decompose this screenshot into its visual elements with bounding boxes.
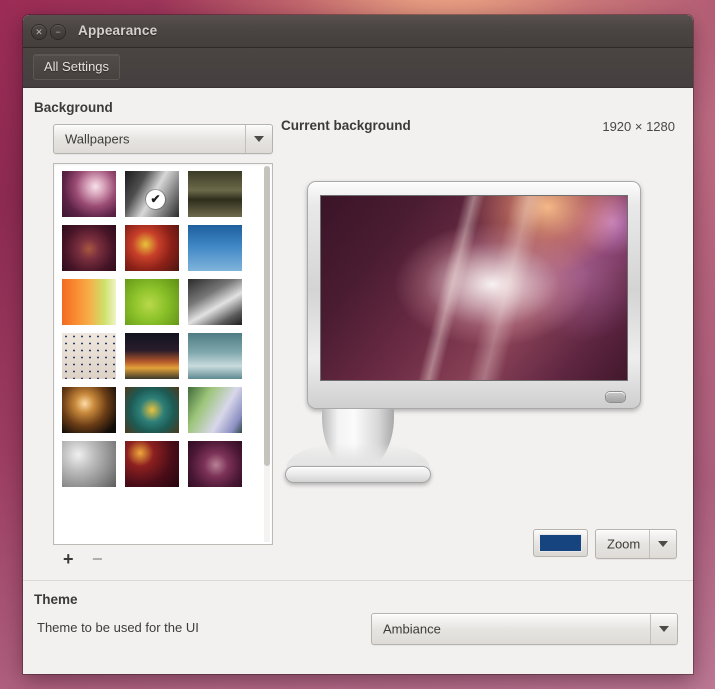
resolution-text: 1920 × 1280	[602, 119, 675, 134]
wallpaper-thumbnail-image	[188, 171, 242, 217]
wallpaper-scaling-value: Zoom	[607, 536, 641, 552]
section-divider	[23, 580, 693, 581]
wallpaper-thumbnail[interactable]	[188, 333, 242, 379]
monitor-stand-base	[285, 466, 431, 483]
remove-wallpaper-button: −	[92, 549, 103, 569]
wallpaper-thumbnail[interactable]	[62, 387, 116, 433]
chevron-down-icon	[245, 125, 272, 153]
monitor-preview	[307, 181, 641, 409]
wallpaper-thumbnail-image	[62, 279, 116, 325]
wallpaper-thumbnail-image	[125, 387, 179, 433]
theme-dropdown[interactable]: Ambiance	[371, 613, 678, 645]
wallpaper-thumbnail[interactable]	[62, 333, 116, 379]
chevron-down-icon	[649, 530, 676, 558]
close-icon[interactable]: ✕	[32, 25, 46, 39]
background-section-title: Background	[34, 100, 113, 115]
minimize-icon[interactable]: −	[51, 25, 65, 39]
wallpaper-list[interactable]: ✔	[53, 163, 273, 545]
wallpaper-thumbnail-image	[62, 333, 116, 379]
background-color-swatch-button[interactable]	[533, 529, 588, 557]
wallpaper-thumbnail-image	[125, 441, 179, 487]
appearance-window: ✕ − Appearance All Settings Background W…	[23, 15, 693, 674]
current-background-label: Current background	[281, 118, 411, 133]
wallpaper-thumbnail-image	[125, 279, 179, 325]
appearance-content: Background Wallpapers ✔ + − Current back…	[23, 88, 693, 674]
theme-value: Ambiance	[383, 621, 441, 637]
wallpaper-thumbnail-image	[188, 225, 242, 271]
window-titlebar: ✕ − Appearance	[23, 15, 693, 48]
wallpaper-thumbnail[interactable]	[62, 171, 116, 217]
wallpaper-thumbnail-image	[62, 225, 116, 271]
light-ray-icon	[458, 196, 554, 380]
wallpaper-grid: ✔	[62, 171, 258, 487]
wallpaper-thumbnail[interactable]	[188, 225, 242, 271]
wallpaper-thumbnail-image	[125, 333, 179, 379]
wallpaper-thumbnail[interactable]	[125, 441, 179, 487]
wallpaper-preview-screen	[320, 195, 628, 381]
wallpaper-thumbnail-image	[188, 333, 242, 379]
wallpaper-thumbnail-image	[188, 387, 242, 433]
wallpaper-thumbnail-image	[62, 441, 116, 487]
wallpaper-thumbnail[interactable]	[62, 225, 116, 271]
color-swatch-fill	[539, 534, 582, 552]
add-wallpaper-button[interactable]: +	[63, 550, 74, 568]
wallpaper-thumbnail[interactable]	[125, 333, 179, 379]
window-bottom-edge	[23, 662, 693, 674]
wallpaper-thumbnail[interactable]	[125, 279, 179, 325]
window-toolbar: All Settings	[23, 48, 693, 88]
wallpaper-thumbnail-image	[188, 279, 242, 325]
wallpaper-source-dropdown[interactable]: Wallpapers	[53, 124, 273, 154]
power-button-icon	[606, 392, 625, 402]
all-settings-button[interactable]: All Settings	[33, 54, 121, 80]
wallpaper-thumbnail[interactable]	[188, 441, 242, 487]
light-ray-icon	[409, 196, 493, 380]
wallpaper-thumbnail-image	[125, 225, 179, 271]
wallpaper-thumbnail[interactable]	[125, 387, 179, 433]
desktop-background: ✕ − Appearance All Settings Background W…	[0, 0, 715, 689]
wallpaper-thumbnail[interactable]	[125, 225, 179, 271]
wallpaper-thumbnail-image	[62, 171, 116, 217]
selected-check-icon: ✔	[146, 190, 165, 209]
wallpaper-thumbnail[interactable]	[188, 279, 242, 325]
wallpaper-scrollbar-thumb[interactable]	[264, 166, 270, 466]
wallpaper-thumbnail[interactable]	[188, 171, 242, 217]
wallpaper-thumbnail[interactable]	[188, 387, 242, 433]
theme-section-title: Theme	[34, 592, 78, 607]
wallpaper-thumbnail[interactable]	[62, 441, 116, 487]
wallpaper-thumbnail[interactable]: ✔	[125, 171, 179, 217]
wallpaper-source-value: Wallpapers	[65, 131, 130, 147]
wallpaper-thumbnail-image	[62, 387, 116, 433]
chevron-down-icon	[650, 614, 677, 644]
window-title: Appearance	[78, 23, 158, 38]
wallpaper-thumbnail-image	[188, 441, 242, 487]
theme-description-label: Theme to be used for the UI	[37, 620, 199, 635]
wallpaper-scaling-dropdown[interactable]: Zoom	[595, 529, 677, 559]
wallpaper-thumbnail[interactable]	[62, 279, 116, 325]
